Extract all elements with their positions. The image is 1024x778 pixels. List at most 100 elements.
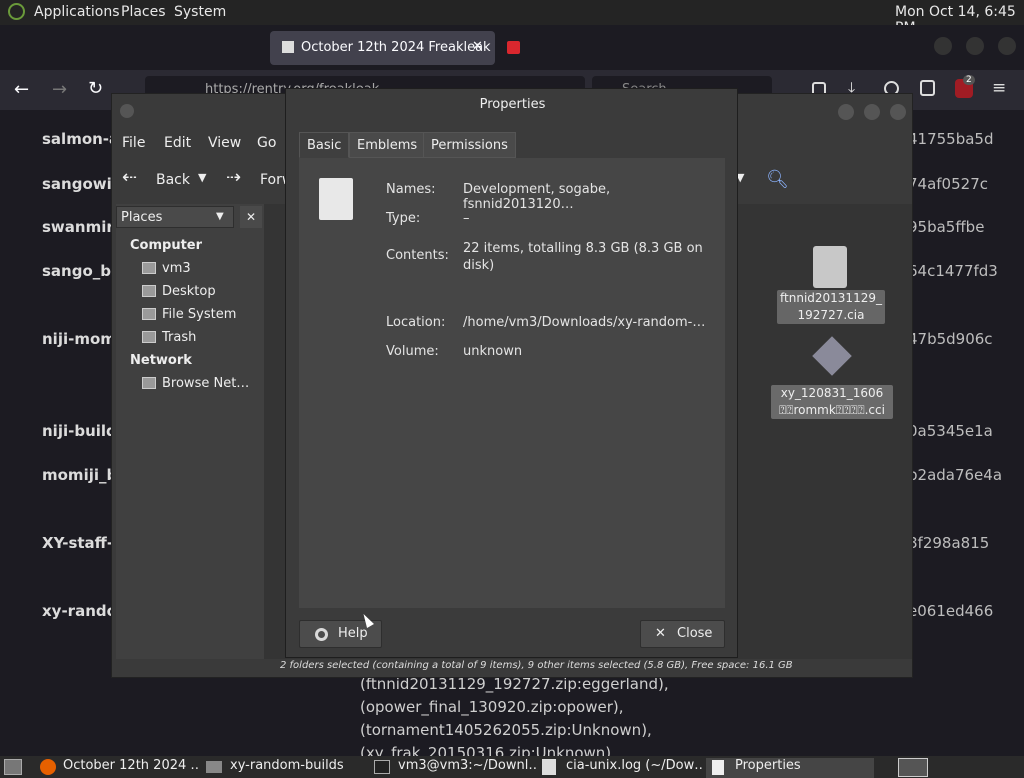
page-row-hash: 41755ba5d	[908, 130, 994, 148]
page-row-name[interactable]: niji-momi	[42, 330, 121, 348]
status-text: 2 folders selected (containing a total o…	[280, 660, 793, 671]
volume-label: Volume:	[386, 344, 439, 359]
file-label: ftnnid20131129_ 192727.cia	[777, 290, 885, 324]
page-row-name[interactable]: salmon-a	[42, 130, 119, 148]
page-row-hash: 0a5345e1a	[908, 422, 993, 440]
menu-file[interactable]: File	[122, 135, 145, 151]
task-terminal[interactable]: vm3@vm3:~/Downl…	[398, 758, 536, 777]
close-icon: ✕	[655, 626, 666, 641]
network-icon	[142, 377, 156, 389]
back-dropdown-icon[interactable]: ▼	[198, 171, 206, 184]
show-desktop-icon[interactable]	[4, 759, 22, 775]
basic-pane: Names: Development, sogabe, fsnnid201312…	[299, 158, 725, 608]
type-value: –	[463, 211, 470, 226]
sidebar-item-browse-network[interactable]: Browse Net…	[162, 376, 249, 391]
file-label: xy_120831_1606 ⍰⍰rommk⍰⍰⍰⍰.cci	[771, 385, 893, 419]
names-value: Development, sogabe, fsnnid2013120…	[463, 182, 611, 212]
sidebar-heading-network: Network	[130, 353, 192, 368]
close-button[interactable]: ✕ Close	[640, 620, 725, 648]
task-file-manager[interactable]: xy-random-builds	[230, 758, 368, 777]
forward-arrow-icon[interactable]: ⇢	[226, 167, 241, 188]
drive-icon	[142, 308, 156, 320]
menu-view[interactable]: View	[208, 135, 241, 151]
file-name-line1: ftnnid20131129_	[780, 291, 882, 305]
dialog-title: Properties	[479, 97, 546, 112]
applications-menu[interactable]: Applications	[34, 4, 120, 20]
tab-permissions[interactable]: Permissions	[423, 132, 516, 158]
system-menu[interactable]: System	[174, 4, 226, 20]
tab-basic[interactable]: Basic	[299, 132, 350, 158]
task-firefox[interactable]: October 12th 2024 …	[63, 758, 198, 777]
mega-tab-icon[interactable]	[507, 41, 520, 54]
page-row-name[interactable]: swanmirr	[42, 218, 121, 236]
page-row-name[interactable]: momiji_b	[42, 466, 117, 484]
taskbar: October 12th 2024 … xy-random-builds vm3…	[0, 756, 1024, 778]
tab-title: October 12th 2024 Freakleak	[301, 40, 491, 55]
page-row-name[interactable]: sangowik	[42, 175, 122, 193]
sidebar-item-trash[interactable]: Trash	[162, 330, 196, 345]
page-row-name[interactable]: XY-staff-	[42, 534, 113, 552]
back-icon[interactable]: ←	[14, 79, 29, 100]
home-icon	[142, 262, 156, 274]
fm-close-icon[interactable]	[890, 104, 906, 120]
menu-edit[interactable]: Edit	[164, 135, 191, 151]
menu-icon[interactable]: ≡	[992, 78, 1006, 98]
type-label: Type:	[386, 211, 421, 226]
desktop-icon	[142, 285, 156, 297]
help-label: Help	[338, 626, 368, 641]
forward-icon[interactable]: →	[52, 79, 67, 100]
contents-label: Contents:	[386, 248, 449, 263]
file-name-line2: 192727.cia	[797, 308, 865, 322]
top-panel: Applications Places System Mon Oct 14, 6…	[0, 0, 1024, 36]
minimize-icon[interactable]	[934, 37, 952, 55]
page-row-hash: 8f298a815	[908, 534, 990, 552]
places-menu[interactable]: Places	[121, 4, 166, 20]
close-window-icon[interactable]	[998, 37, 1016, 55]
extensions-icon[interactable]	[920, 80, 935, 96]
tab-emblems[interactable]: Emblems	[349, 132, 426, 158]
task-text-editor[interactable]: cia-unix.log (~/Dow…	[566, 758, 702, 777]
sidebar-close-icon[interactable]: ✕	[240, 206, 262, 228]
sidebar-heading-computer: Computer	[130, 238, 203, 253]
page-row-hash: 74af0527c	[908, 175, 988, 193]
applications-icon[interactable]	[8, 3, 25, 20]
page-text-line: (tornament1405262055.zip:Unknown),	[360, 721, 652, 739]
reload-icon[interactable]: ↻	[88, 78, 103, 99]
task-properties[interactable]: Properties	[735, 758, 865, 777]
sidebar-item-file-system[interactable]: File System	[162, 307, 236, 322]
page-row-hash: 47b5d906c	[908, 330, 993, 348]
places-sidebar: Places ▼ ✕ Computer vm3 Desktop File Sys…	[116, 204, 264, 659]
volume-value: unknown	[463, 344, 523, 359]
file-name-line2: ⍰⍰rommk⍰⍰⍰⍰.cci	[779, 403, 885, 417]
properties-icon	[712, 760, 724, 775]
file-item[interactable]: xy_120831_1606 ⍰⍰rommk⍰⍰⍰⍰.cci	[771, 334, 893, 424]
browser-tab-strip: October 12th 2024 Freakleak ✕	[0, 25, 1024, 70]
places-selector[interactable]: Places ▼	[116, 206, 234, 228]
page-row-hash: 95ba5ffbe	[908, 218, 985, 236]
help-icon	[315, 628, 328, 641]
status-bar: 2 folders selected (containing a total o…	[112, 657, 912, 677]
file-name-line1: xy_120831_1606	[780, 386, 884, 400]
maximize-icon[interactable]	[966, 37, 984, 55]
sidebar-item-vm3[interactable]: vm3	[162, 261, 191, 276]
sidebar-item-desktop[interactable]: Desktop	[162, 284, 216, 299]
page-row-hash: e061ed466	[908, 602, 994, 620]
tab-close-icon[interactable]: ✕	[472, 39, 483, 54]
search-icon[interactable]: 🔍︎	[766, 169, 789, 190]
file-icon	[319, 178, 353, 220]
tab-favicon-icon	[282, 41, 294, 53]
fm-maximize-icon[interactable]	[864, 104, 880, 120]
trash-icon	[142, 331, 156, 343]
workspace-switcher-icon[interactable]	[898, 758, 928, 777]
file-item[interactable]: ftnnid20131129_ 192727.cia	[777, 234, 885, 329]
location-value: /home/vm3/Downloads/xy-random-…	[463, 315, 706, 330]
page-row-name[interactable]: sango_bu	[42, 262, 122, 280]
menu-go[interactable]: Go	[257, 135, 276, 151]
ublock-badge: 2	[963, 75, 975, 85]
fm-minimize-icon[interactable]	[838, 104, 854, 120]
page-row-hash: 64c1477fd3	[908, 262, 998, 280]
fm-window-icon	[120, 104, 134, 118]
back-arrow-icon[interactable]: ⇠	[122, 167, 137, 188]
folder-icon	[206, 761, 222, 773]
fm-back-button[interactable]: Back	[156, 172, 190, 188]
